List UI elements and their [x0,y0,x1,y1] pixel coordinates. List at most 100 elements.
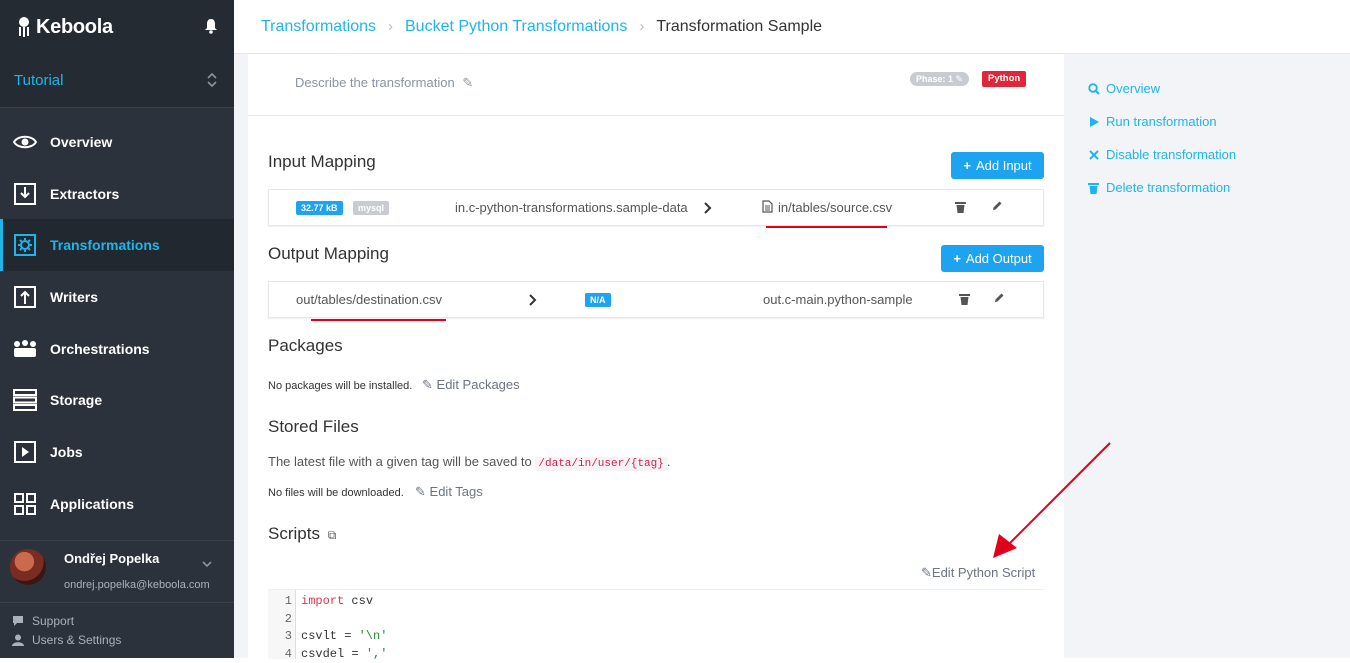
output-source-file: out/tables/destination.csv [296,292,442,307]
copy-icon[interactable]: ⧉ [328,528,337,542]
close-icon [1088,149,1100,161]
nav-item-writers[interactable]: Writers [0,271,234,323]
pencil-icon: ✎ [422,377,433,392]
edit-tags-label: Edit Tags [429,484,483,499]
pencil-icon[interactable] [993,292,1005,304]
input-mapping-title: Input Mapping [268,152,376,171]
stored-files-info-suffix: . [666,454,671,469]
run-action-label: Run transformation [1106,114,1217,129]
upload-icon [12,284,38,310]
description-placeholder: Describe the transformation [295,75,455,90]
phase-badge[interactable]: Phase: 1 ✎ [910,72,970,86]
bell-icon[interactable] [204,18,218,34]
code-text: csvlt = '\n' [301,627,387,645]
nav-item-applications[interactable]: Applications [0,478,234,530]
code-line: 3 csvlt = '\n' [268,627,1044,645]
stored-files-info: The latest file with a given tag will be… [268,454,671,471]
input-mapping-row[interactable]: 32.77 kB mysql in.c-python-transformatio… [268,189,1044,226]
plus-icon: + [953,251,961,266]
output-mapping-row[interactable]: out/tables/destination.csv N/A out.c-mai… [268,281,1044,318]
user-name: Ondřej Popelka [64,551,160,566]
disable-transformation-action[interactable]: Disable transformation [1088,147,1236,162]
breadcrumb-bucket[interactable]: Bucket Python Transformations [405,18,627,36]
status-badge: N/A [585,293,611,307]
logo-bar: Keboola [0,0,234,54]
output-mapping-title: Output Mapping [268,244,389,263]
edit-packages-label: Edit Packages [436,377,520,392]
add-output-label: Add Output [965,251,1032,266]
line-number: 2 [284,612,292,626]
breadcrumb-separator: › [639,18,645,35]
play-icon [12,439,38,465]
chevron-right-icon [703,201,713,215]
nav-item-overview[interactable]: Overview [0,116,234,168]
pencil-icon: ✎ [462,75,474,90]
nav-item-jobs[interactable]: Jobs [0,426,234,478]
add-output-button[interactable]: + Add Output [941,245,1044,272]
add-input-button[interactable]: + Add Input [951,152,1044,179]
line-number: 4 [284,647,292,661]
page-title: Transformation Sample [656,17,823,35]
disable-action-label: Disable transformation [1106,147,1237,162]
download-icon [12,181,38,207]
size-badge: 32.77 kB [296,201,343,215]
nav-label: Writers [50,288,98,305]
nav-label: Extractors [50,185,120,202]
breadcrumb-transformations[interactable]: Transformations [261,18,376,36]
nav-item-storage[interactable]: Storage [0,374,234,426]
trash-icon[interactable] [955,201,967,213]
output-destination-table: out.c-main.python-sample [763,292,913,307]
user-icon [12,634,24,646]
pencil-icon: ✎ [921,565,932,580]
nav-label: Overview [50,133,113,150]
edit-tags-link[interactable]: ✎ Edit Tags [415,484,483,500]
delete-transformation-action[interactable]: Delete transformation [1088,180,1230,195]
edit-packages-link[interactable]: ✎ Edit Packages [422,377,520,393]
line-number: 3 [284,629,292,643]
settings-link[interactable]: Users & Settings [12,630,222,649]
run-transformation-action[interactable]: Run transformation [1088,114,1217,129]
line-number: 1 [284,594,292,608]
gear-icon [12,232,38,258]
chat-icon [12,615,24,627]
sidebar: Keboola Tutorial Overview Extractors Tra… [0,0,234,658]
description-row: Describe the transformation ✎ Phase: 1 ✎… [248,54,1064,116]
trash-icon[interactable] [959,293,971,305]
support-label: Support [32,613,75,628]
project-name: Tutorial [14,72,64,89]
avatar [10,549,46,585]
code-line: 4 csvdel = ',' [268,645,1044,663]
code-text: csvdel = ',' [301,645,387,663]
chevron-down-icon [202,555,212,568]
code-editor[interactable]: 1 import csv 2 3 csvlt = '\n' 4 csvdel =… [268,589,1044,661]
storage-icon [12,387,38,413]
nav-item-extractors[interactable]: Extractors [0,168,234,220]
chevron-up-down-icon [206,72,218,88]
file-icon [762,200,773,216]
packages-empty-text: No packages will be installed. [268,380,413,392]
annotation-underline [311,319,446,321]
project-selector[interactable]: Tutorial [0,54,234,108]
user-menu[interactable]: Ondřej Popelka ondrej.popelka@keboola.co… [0,540,234,602]
orchestration-icon [12,336,38,362]
input-destination-file: in/tables/source.csv [778,200,893,215]
settings-label: Users & Settings [32,632,122,647]
play-icon [1088,116,1100,128]
code-string: ',' [365,647,388,661]
stored-files-path: /data/in/user/{tag} [535,457,667,471]
backend-tag: mysql [353,201,390,215]
code-keyword: import [301,594,345,608]
description-editor[interactable]: Describe the transformation ✎ [295,75,473,91]
edit-python-script-label: Edit Python Script [931,565,1036,580]
plus-icon: + [963,158,971,173]
edit-python-script-link[interactable]: ✎Edit Python Script [921,565,1035,581]
nav-label: Orchestrations [50,340,150,357]
files-empty-text: No files will be downloaded. [268,487,404,499]
pencil-icon[interactable] [991,200,1003,212]
overview-action[interactable]: Overview [1088,81,1160,96]
nav-item-orchestrations[interactable]: Orchestrations [0,323,234,375]
nav-item-transformations[interactable]: Transformations [0,219,234,272]
phase-label: Phase: 1 [916,74,954,84]
code-line: 1 import csv [268,592,1044,610]
support-link[interactable]: Support [12,611,222,630]
